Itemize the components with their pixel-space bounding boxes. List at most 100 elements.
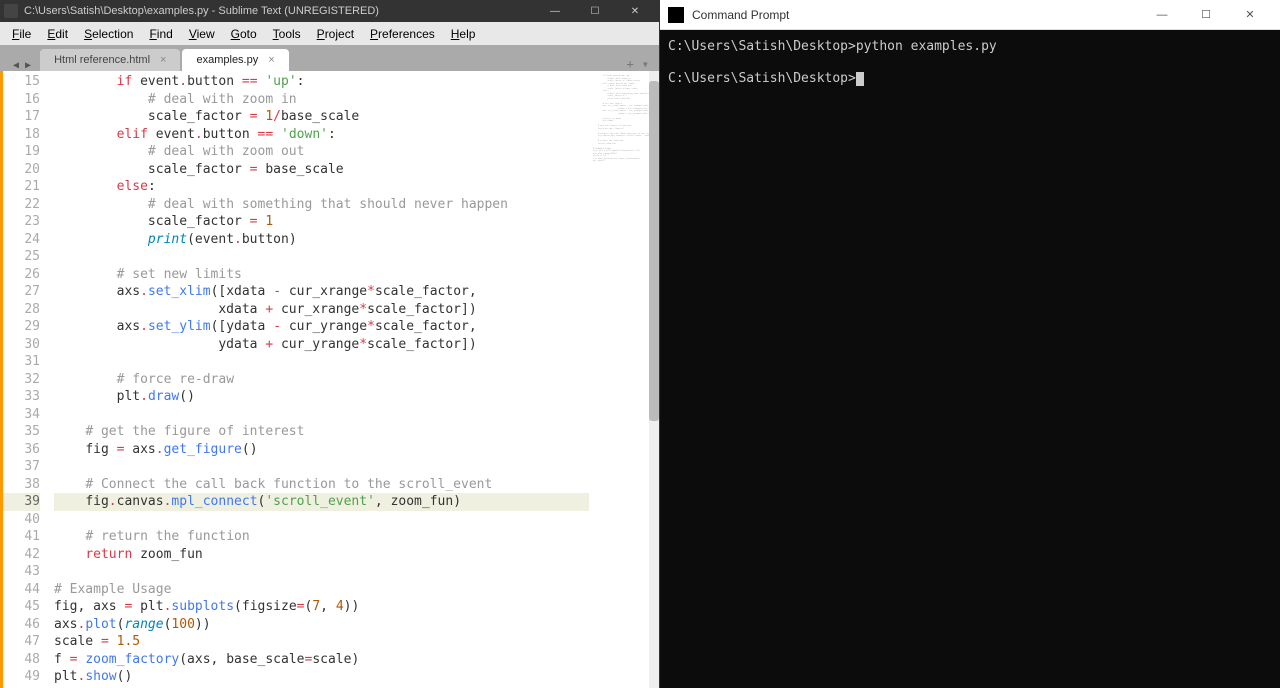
code-line[interactable]: # deal with zoom in [54, 91, 589, 109]
minimap[interactable]: if event.button == 'up': # deal with zoo… [589, 71, 649, 688]
code-line[interactable]: scale_factor = 1/base_scale [54, 108, 589, 126]
close-button[interactable]: ✕ [615, 0, 655, 22]
editor[interactable]: 1516171819202122232425262728293031323334… [0, 71, 659, 688]
line-number: 35 [3, 423, 40, 441]
line-number: 23 [3, 213, 40, 231]
line-number: 22 [3, 196, 40, 214]
window-title: C:\Users\Satish\Desktop\examples.py - Su… [24, 5, 535, 17]
menu-view[interactable]: View [181, 25, 223, 43]
code-line[interactable]: axs.plot(range(100)) [54, 616, 589, 634]
cmd-icon [668, 7, 684, 23]
code-line[interactable]: # deal with zoom out [54, 143, 589, 161]
line-number: 29 [3, 318, 40, 336]
cmd-maximize-button[interactable]: ☐ [1184, 1, 1228, 29]
line-number: 45 [3, 598, 40, 616]
code-line[interactable]: xdata + cur_xrange*scale_factor]) [54, 301, 589, 319]
line-number: 36 [3, 441, 40, 459]
code-line[interactable]: scale_factor = 1 [54, 213, 589, 231]
code-line[interactable] [54, 353, 589, 371]
code-line[interactable]: else: [54, 178, 589, 196]
menu-preferences[interactable]: Preferences [362, 25, 443, 43]
line-gutter: 1516171819202122232425262728293031323334… [0, 71, 50, 688]
code-line[interactable]: ydata + cur_yrange*scale_factor]) [54, 336, 589, 354]
tab-close-icon[interactable]: × [160, 54, 166, 66]
code-line[interactable]: fig = axs.get_figure() [54, 441, 589, 459]
code-line[interactable]: # force re-draw [54, 371, 589, 389]
line-number: 47 [3, 633, 40, 651]
code-line[interactable] [54, 406, 589, 424]
code-line[interactable] [54, 563, 589, 581]
code-line[interactable]: # Example Usage [54, 581, 589, 599]
line-number: 19 [3, 143, 40, 161]
line-number: 21 [3, 178, 40, 196]
code-line[interactable]: plt.draw() [54, 388, 589, 406]
code-line[interactable] [54, 511, 589, 529]
new-tab-button[interactable]: + [627, 57, 634, 71]
code-line[interactable]: if event.button == 'up': [54, 73, 589, 91]
nav-back-icon[interactable]: ◀ [10, 60, 22, 71]
line-number: 18 [3, 126, 40, 144]
code-line[interactable]: plt.show() [54, 668, 589, 686]
code-line[interactable]: fig.canvas.mpl_connect('scroll_event', z… [54, 493, 589, 511]
code-line[interactable]: # Connect the call back function to the … [54, 476, 589, 494]
code-line[interactable]: print(event.button) [54, 231, 589, 249]
menu-project[interactable]: Project [309, 25, 362, 43]
tab-dropdown-icon[interactable]: ▾ [642, 57, 649, 71]
menu-file[interactable]: File [4, 25, 39, 43]
code-line[interactable]: scale = 1.5 [54, 633, 589, 651]
code-area[interactable]: if event.button == 'up': # deal with zoo… [50, 71, 589, 688]
command-prompt-window: Command Prompt — ☐ ✕ C:\Users\Satish\Des… [660, 0, 1280, 688]
minimize-button[interactable]: — [535, 0, 575, 22]
code-line[interactable]: elif event.button == 'down': [54, 126, 589, 144]
menu-tools[interactable]: Tools [265, 25, 309, 43]
tab-examples-py[interactable]: examples.py× [182, 49, 288, 71]
menu-goto[interactable]: Goto [223, 25, 265, 43]
line-number: 33 [3, 388, 40, 406]
menu-help[interactable]: Help [443, 25, 484, 43]
code-line[interactable]: axs.set_ylim([ydata - cur_yrange*scale_f… [54, 318, 589, 336]
cmd-close-button[interactable]: ✕ [1228, 1, 1272, 29]
line-number: 15 [3, 73, 40, 91]
nav-forward-icon[interactable]: ▶ [22, 60, 34, 71]
sublime-titlebar[interactable]: C:\Users\Satish\Desktop\examples.py - Su… [0, 0, 659, 22]
line-number: 27 [3, 283, 40, 301]
line-number: 16 [3, 91, 40, 109]
sublime-text-window: C:\Users\Satish\Desktop\examples.py - Su… [0, 0, 660, 688]
maximize-button[interactable]: ☐ [575, 0, 615, 22]
menu-find[interactable]: Find [141, 25, 180, 43]
line-number: 28 [3, 301, 40, 319]
code-line[interactable]: # set new limits [54, 266, 589, 284]
cmd-minimize-button[interactable]: — [1140, 1, 1184, 29]
code-line[interactable]: fig, axs = plt.subplots(figsize=(7, 4)) [54, 598, 589, 616]
code-line[interactable]: # get the figure of interest [54, 423, 589, 441]
code-line[interactable]: axs.set_xlim([xdata - cur_xrange*scale_f… [54, 283, 589, 301]
line-number: 41 [3, 528, 40, 546]
code-line[interactable]: # return the function [54, 528, 589, 546]
tab-bar: ◀ ▶ Html reference.html×examples.py× + ▾ [0, 45, 659, 71]
line-number: 25 [3, 248, 40, 266]
code-line[interactable]: return zoom_fun [54, 546, 589, 564]
menu-selection[interactable]: Selection [76, 25, 141, 43]
code-line[interactable]: scale_factor = base_scale [54, 161, 589, 179]
code-line[interactable] [54, 248, 589, 266]
menu-edit[interactable]: Edit [39, 25, 76, 43]
line-number: 44 [3, 581, 40, 599]
line-number: 39 [3, 493, 40, 511]
line-number: 37 [3, 458, 40, 476]
tab-html-reference-html[interactable]: Html reference.html× [40, 49, 180, 71]
line-number: 43 [3, 563, 40, 581]
line-number: 17 [3, 108, 40, 126]
cmd-titlebar[interactable]: Command Prompt — ☐ ✕ [660, 0, 1280, 30]
line-number: 46 [3, 616, 40, 634]
line-number: 49 [3, 668, 40, 686]
cmd-body[interactable]: C:\Users\Satish\Desktop>python examples.… [660, 30, 1280, 688]
line-number: 38 [3, 476, 40, 494]
code-line[interactable] [54, 458, 589, 476]
scroll-thumb[interactable] [649, 81, 659, 421]
vertical-scrollbar[interactable] [649, 71, 659, 688]
code-line[interactable]: # deal with something that should never … [54, 196, 589, 214]
tab-close-icon[interactable]: × [268, 54, 274, 66]
code-line[interactable]: f = zoom_factory(axs, base_scale=scale) [54, 651, 589, 669]
menu-bar: FileEditSelectionFindViewGotoToolsProjec… [0, 22, 659, 45]
line-number: 42 [3, 546, 40, 564]
